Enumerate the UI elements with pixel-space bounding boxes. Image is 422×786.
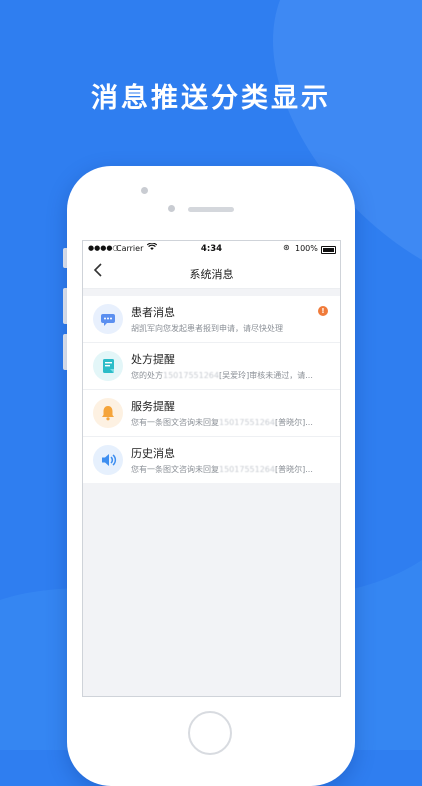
phone-camera [141,187,148,194]
message-desc: 您的处方15017551264[吴爱玲]审核未通过，请... [131,370,329,381]
message-title: 历史消息 [131,447,175,460]
battery-icon [321,246,336,254]
masked-phone: 15017551264 [219,465,275,474]
message-row-patient[interactable]: 患者消息 胡凯军向您发起患者报到申请，请尽快处理 ! [83,296,340,343]
page-title: 系统消息 [189,268,234,281]
message-desc-prefix: 您的处方 [131,371,163,380]
headline: 消息推送分类显示 [91,83,331,114]
message-desc: 您有一条图文咨询未回复15017551264[普晓尔]... [131,464,329,475]
prescription-icon [93,351,123,381]
phone-speaker [188,207,234,212]
message-title: 服务提醒 [131,400,175,413]
phone-sensor [168,205,175,212]
message-title: 处方提醒 [131,353,175,366]
message-list: 患者消息 胡凯军向您发起患者报到申请，请尽快处理 ! 处方提醒 您的处方1501… [83,296,340,483]
message-desc-prefix: 您有一条图文咨询未回复 [131,418,219,427]
phone-screen: ●●●●○ Carrier 4:34 ⊛ 100% 系统消息 患者消息 胡凯军向… [82,240,341,697]
message-desc-prefix: 您有一条图文咨询未回复 [131,465,219,474]
message-desc: 胡凯军向您发起患者报到申请，请尽快处理 [131,324,283,333]
speaker-icon [93,445,123,475]
masked-phone: 15017551264 [219,418,275,427]
message-row-service[interactable]: 服务提醒 您有一条图文咨询未回复15017551264[普晓尔]... [83,390,340,437]
message-desc-suffix: [吴爱玲]审核未通过，请... [219,371,313,380]
message-row-history[interactable]: 历史消息 您有一条图文咨询未回复15017551264[普晓尔]... [83,437,340,483]
message-desc: 您有一条图文咨询未回复15017551264[普晓尔]... [131,417,329,428]
message-desc-suffix: [普晓尔]... [275,418,313,427]
battery-percent: 100% [295,244,318,253]
message-row-prescription[interactable]: 处方提醒 您的处方15017551264[吴爱玲]审核未通过，请... [83,343,340,390]
masked-phone: 15017551264 [163,371,219,380]
unread-badge: ! [318,306,328,316]
message-desc-suffix: [普晓尔]... [275,465,313,474]
chat-bubble-icon [93,304,123,334]
rotation-lock-icon: ⊛ [283,243,290,252]
status-bar: ●●●●○ Carrier 4:34 ⊛ 100% [83,241,340,258]
nav-bar: 系统消息 [83,258,340,289]
message-title: 患者消息 [131,306,175,319]
home-button[interactable] [188,711,232,755]
bell-icon [93,398,123,428]
